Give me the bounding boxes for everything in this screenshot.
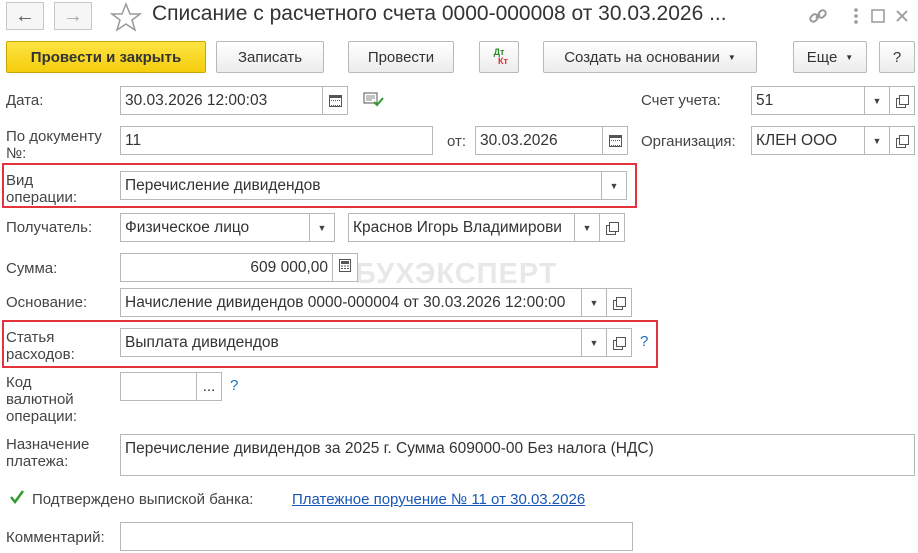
save-button[interactable]: Записать — [216, 41, 324, 73]
dt-kt-button[interactable]: Дт Кт — [479, 41, 519, 73]
basis-field[interactable]: Начисление дивидендов 0000-000004 от 30.… — [120, 288, 582, 317]
payment-order-link[interactable]: Платежное поручение № 11 от 30.03.2026 — [292, 491, 585, 508]
forward-button[interactable]: → — [54, 2, 92, 30]
amount-calculator-button[interactable] — [332, 253, 358, 282]
date-label: Дата: — [6, 92, 44, 109]
basis-label: Основание: — [6, 294, 88, 311]
operation-type-dropdown-button[interactable]: ▼ — [601, 171, 627, 200]
calendar-icon — [608, 134, 622, 147]
doc-number-field[interactable]: 11 — [120, 126, 433, 155]
checkmark-icon — [10, 490, 25, 505]
comment-field[interactable] — [120, 522, 633, 551]
currency-code-label: Код валютной операции: — [6, 374, 78, 425]
amount-label: Сумма: — [6, 260, 58, 277]
calculator-icon — [339, 259, 351, 276]
calendar-icon — [328, 94, 342, 107]
comment-label: Комментарий: — [6, 529, 105, 546]
open-icon — [606, 221, 619, 235]
maximize-icon[interactable] — [866, 4, 890, 28]
currency-code-field[interactable] — [120, 372, 197, 401]
open-icon — [613, 336, 626, 350]
account-label: Счет учета: — [641, 92, 721, 109]
expense-item-label: Статья расходов: — [6, 329, 75, 363]
currency-code-select-button[interactable]: ... — [196, 372, 222, 401]
recipient-type-field[interactable]: Физическое лицо — [120, 213, 310, 242]
dropdown-arrow-icon: ▼ — [845, 52, 854, 62]
currency-code-help-link[interactable]: ? — [230, 377, 238, 394]
operation-type-field[interactable]: Перечисление дивидендов — [120, 171, 602, 200]
create-based-on-button[interactable]: Создать на основании ▼ — [543, 41, 757, 73]
dropdown-arrow-icon: ▼ — [872, 135, 882, 146]
expense-item-dropdown-button[interactable]: ▼ — [581, 328, 607, 357]
close-icon[interactable] — [890, 4, 914, 28]
open-icon — [896, 94, 909, 108]
confirmed-checkbox[interactable] — [8, 488, 26, 506]
date-calendar-button[interactable] — [322, 86, 348, 115]
expense-item-open-button[interactable] — [606, 328, 632, 357]
dt-kt-icon: Дт Кт — [493, 47, 508, 66]
organization-open-button[interactable] — [889, 126, 915, 155]
basis-open-button[interactable] — [606, 288, 632, 317]
doc-date-calendar-button[interactable] — [602, 126, 628, 155]
dropdown-arrow-icon: ▼ — [589, 337, 599, 348]
operation-type-label: Вид операции: — [6, 172, 78, 206]
date-field[interactable]: 30.03.2026 12:00:03 — [120, 86, 323, 115]
account-open-button[interactable] — [889, 86, 915, 115]
dropdown-arrow-icon: ▼ — [589, 297, 599, 308]
account-field[interactable]: 51 — [751, 86, 865, 115]
purpose-label: Назначение платежа: — [6, 436, 90, 470]
arrow-left-icon: ← — [15, 4, 35, 27]
organization-label: Организация: — [641, 133, 736, 150]
help-button[interactable]: ? — [879, 41, 915, 73]
doc-date-field[interactable]: 30.03.2026 — [475, 126, 603, 155]
recipient-person-open-button[interactable] — [599, 213, 625, 242]
dropdown-arrow-icon: ▼ — [582, 222, 592, 233]
more-vertical-icon[interactable] — [844, 4, 868, 28]
doc-number-label: По документу №: — [6, 128, 102, 162]
open-icon — [896, 134, 909, 148]
arrow-right-icon: → — [63, 4, 83, 27]
basis-dropdown-button[interactable]: ▼ — [581, 288, 607, 317]
organization-dropdown-button[interactable]: ▼ — [864, 126, 890, 155]
dropdown-arrow-icon: ▼ — [317, 222, 327, 233]
purpose-textarea[interactable]: Перечисление дивидендов за 2025 г. Сумма… — [120, 434, 915, 476]
watermark: БУХЭКСПЕРТ — [355, 258, 558, 290]
post-and-close-button[interactable]: Провести и закрыть — [6, 41, 206, 73]
recipient-label: Получатель: — [6, 219, 93, 236]
recipient-person-dropdown-button[interactable]: ▼ — [574, 213, 600, 242]
expense-item-help-link[interactable]: ? — [640, 333, 648, 350]
dropdown-arrow-icon: ▼ — [609, 180, 619, 191]
dropdown-arrow-icon: ▼ — [872, 95, 882, 106]
expense-item-field[interactable]: Выплата дивидендов — [120, 328, 582, 357]
account-dropdown-button[interactable]: ▼ — [864, 86, 890, 115]
recipient-type-dropdown-button[interactable]: ▼ — [309, 213, 335, 242]
favorite-star-icon[interactable] — [109, 1, 143, 32]
doc-date-label: от: — [447, 133, 467, 150]
organization-field[interactable]: КЛЕН ООО — [751, 126, 865, 155]
confirmed-label: Подтверждено выпиской банка: — [32, 491, 254, 508]
dropdown-arrow-icon: ▼ — [727, 52, 736, 62]
more-button[interactable]: Еще ▼ — [793, 41, 867, 73]
back-button[interactable]: ← — [6, 2, 44, 30]
post-button[interactable]: Провести — [348, 41, 454, 73]
page-title: Списание с расчетного счета 0000-000008 … — [152, 2, 727, 25]
document-check-icon[interactable] — [362, 90, 384, 108]
link-icon[interactable] — [806, 4, 830, 28]
recipient-person-field[interactable]: Краснов Игорь Владимирови — [348, 213, 575, 242]
open-icon — [613, 296, 626, 310]
amount-field[interactable]: 609 000,00 — [120, 253, 333, 282]
